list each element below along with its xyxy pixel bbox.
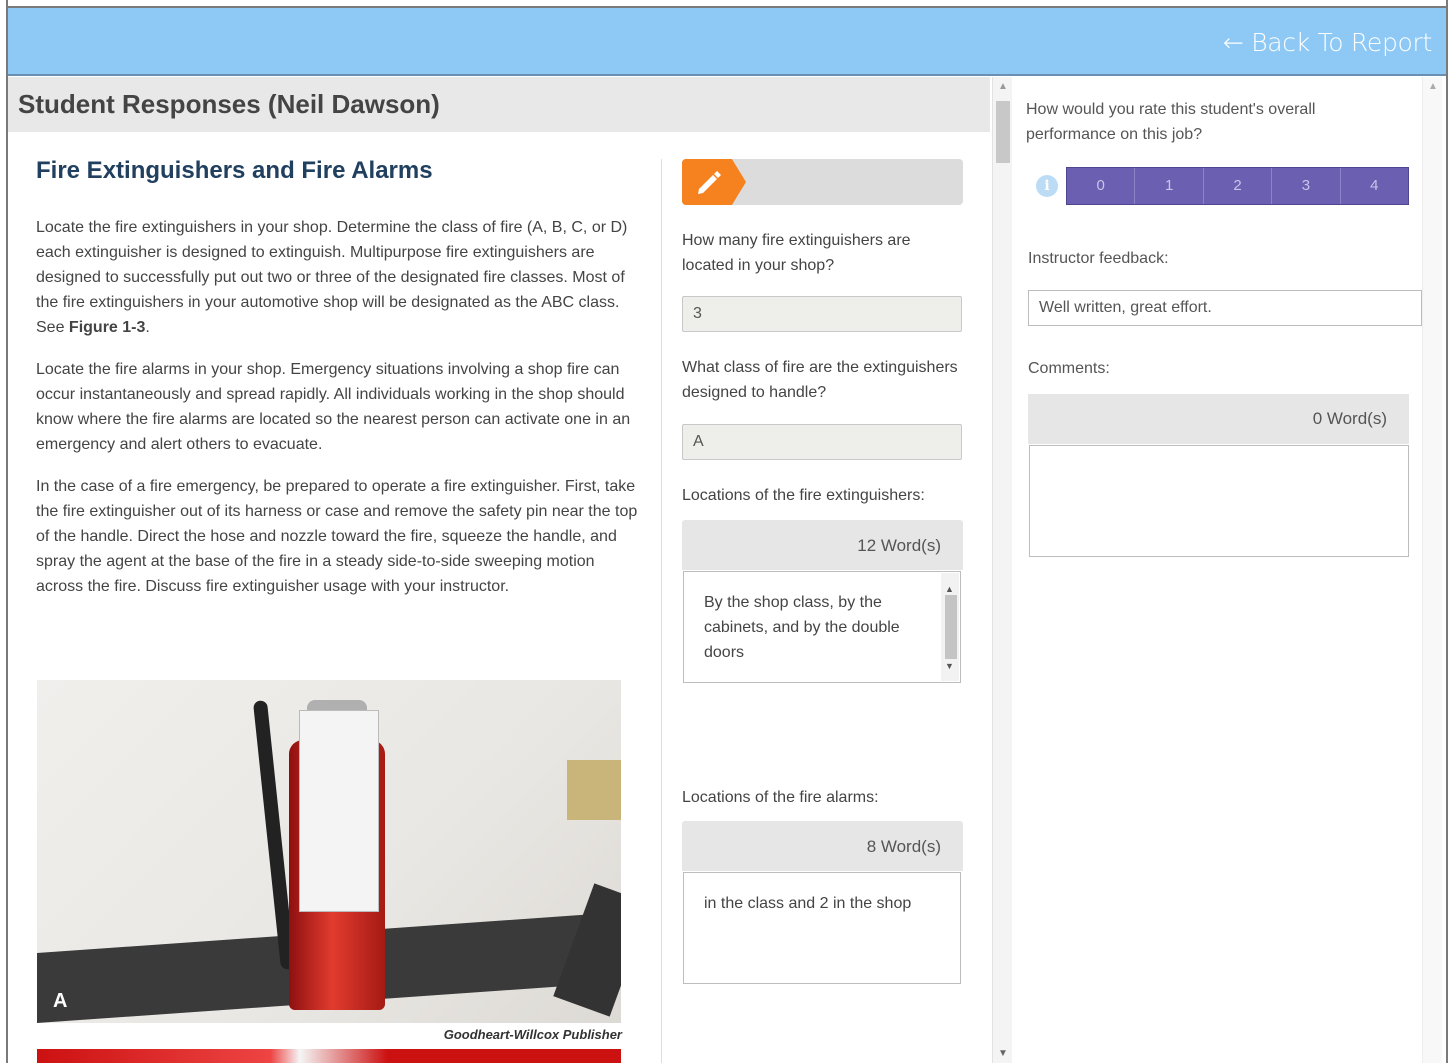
scroll-thumb[interactable]	[945, 595, 957, 659]
scroll-thumb[interactable]	[996, 101, 1010, 163]
reading-paragraph-1: Locate the fire extinguishers in your sh…	[36, 215, 646, 340]
scroll-up-arrow-icon[interactable]: ▲	[1428, 81, 1438, 92]
answer-1-field[interactable]: 3	[682, 296, 962, 332]
info-icon[interactable]: i	[1036, 175, 1058, 197]
grading-scrollbar[interactable]: ▲	[1422, 77, 1442, 1063]
scroll-down-arrow-icon[interactable]: ▼	[998, 1048, 1008, 1059]
fire-extinguisher-photo: A	[37, 680, 621, 1023]
reading-section: Fire Extinguishers and Fire Alarms Locat…	[36, 157, 646, 616]
photo-bracket	[567, 760, 621, 820]
page-title: Student Responses (Neil Dawson)	[18, 89, 440, 119]
question-3: Locations of the fire extinguishers:	[682, 487, 925, 504]
section-heading: Fire Extinguishers and Fire Alarms	[36, 157, 433, 184]
window-frame-top	[0, 0, 1452, 8]
photo-letter: A	[53, 990, 68, 1012]
scroll-up-arrow-icon[interactable]: ▲	[998, 81, 1008, 92]
answer-4-wordcount-bar: 8 Word(s)	[682, 821, 963, 871]
rating-option-2[interactable]: 2	[1204, 168, 1273, 204]
comments-textarea[interactable]	[1029, 445, 1409, 557]
paragraph-1-end: .	[145, 319, 150, 336]
answer-4-wordcount: 8 Word(s)	[866, 837, 941, 856]
question-4: Locations of the fire alarms:	[682, 789, 879, 806]
feedback-label: Instructor feedback:	[1028, 250, 1169, 267]
answer-3-scrollbar[interactable]: ▲ ▼	[941, 573, 959, 681]
rating-option-4[interactable]: 4	[1341, 168, 1408, 204]
responses-scrollbar[interactable]: ▲ ▼	[992, 77, 1012, 1063]
column-divider	[661, 159, 662, 1063]
answer-2-field[interactable]: A	[682, 424, 962, 460]
comments-wordcount: 0 Word(s)	[1312, 409, 1387, 428]
answer-3-wordcount: 12 Word(s)	[857, 536, 941, 555]
answer-3-textarea[interactable]: By the shop class, by the cabinets, and …	[683, 571, 961, 683]
instructor-feedback-field[interactable]: Well written, great effort.	[1028, 290, 1422, 326]
grading-panel: How would you rate this student's overal…	[1012, 77, 1422, 1063]
student-responses-panel: Student Responses (Neil Dawson) Fire Ext…	[8, 77, 990, 1063]
window-frame-right	[1446, 0, 1452, 1063]
scroll-down-arrow-icon[interactable]: ▼	[945, 654, 954, 679]
reading-paragraph-2: Locate the fire alarms in your shop. Eme…	[36, 361, 631, 453]
rating-option-3[interactable]: 3	[1272, 168, 1341, 204]
response-header-tab	[682, 159, 963, 205]
figure-reference: Figure 1-3	[68, 319, 146, 336]
comments-wordcount-bar: 0 Word(s)	[1028, 394, 1409, 444]
panel-header: Student Responses (Neil Dawson)	[8, 77, 990, 132]
window-frame-left	[0, 0, 8, 1063]
answer-4-textarea[interactable]: in the class and 2 in the shop	[683, 872, 961, 984]
comments-label: Comments:	[1028, 360, 1110, 377]
pencil-icon	[682, 159, 746, 205]
performance-rating-scale: 0 1 2 3 4	[1066, 167, 1409, 205]
answer-3-text: By the shop class, by the cabinets, and …	[704, 594, 900, 661]
photo-inspection-tag	[299, 710, 379, 912]
second-photo-partial	[37, 1049, 621, 1063]
question-2: What class of fire are the extinguishers…	[682, 359, 958, 401]
reading-paragraph-3: In the case of a fire emergency, be prep…	[36, 478, 638, 595]
answer-3-wordcount-bar: 12 Word(s)	[682, 520, 963, 570]
back-to-report-link[interactable]: ← Back To Report	[1223, 28, 1432, 57]
question-1: How many fire extinguishers are located …	[682, 232, 911, 274]
rating-option-0[interactable]: 0	[1067, 168, 1136, 204]
top-bar: ← Back To Report	[8, 8, 1446, 76]
photo-credit: Goodheart-Willcox Publisher	[443, 1027, 622, 1042]
rating-option-1[interactable]: 1	[1135, 168, 1204, 204]
rating-question: How would you rate this student's overal…	[1026, 101, 1316, 143]
